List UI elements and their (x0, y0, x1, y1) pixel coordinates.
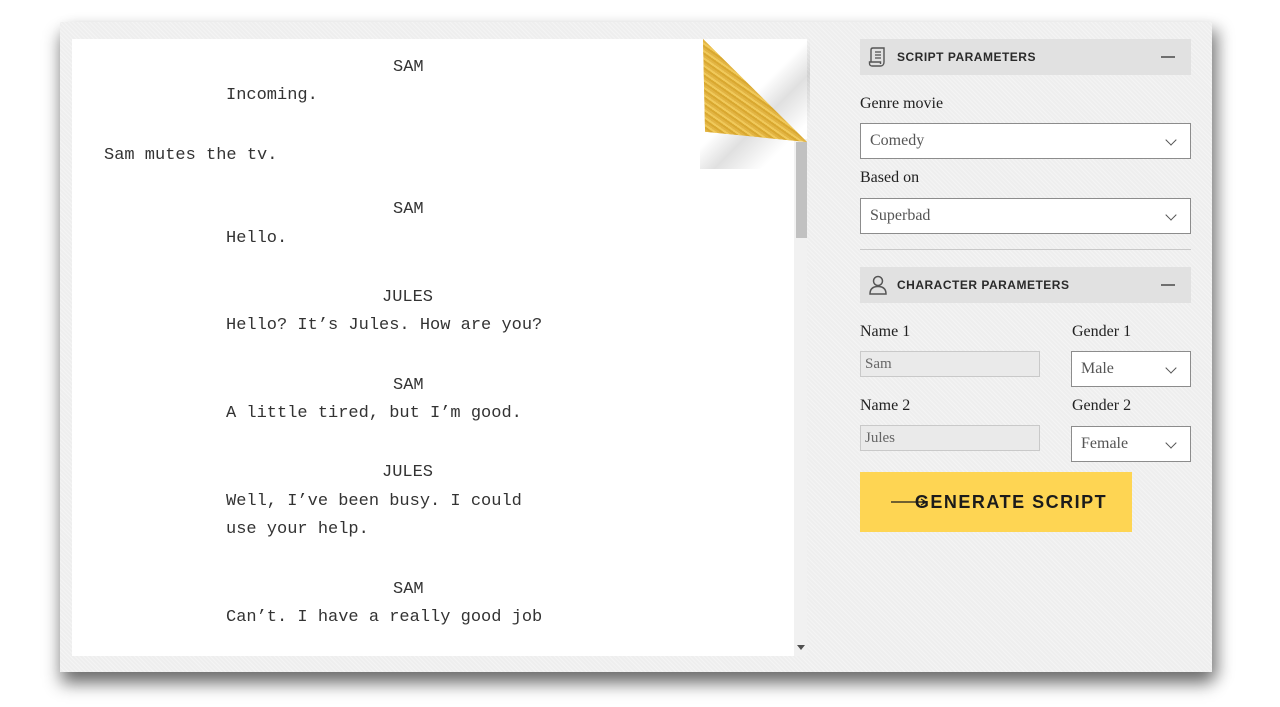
generate-script-button[interactable]: GENERATE SCRIPT (860, 472, 1132, 532)
dialogue-line: Hello. (226, 229, 288, 248)
genre-label: Genre movie (860, 95, 944, 112)
script-text: SAM Incoming. Sam mutes the tv. SAM Hell… (72, 39, 782, 656)
gender1-select[interactable]: Male (1071, 351, 1191, 387)
dialogue-line: Incoming. (226, 86, 318, 105)
genre-value: Comedy (870, 132, 925, 149)
gender2-select[interactable]: Female (1071, 426, 1191, 462)
section-divider (860, 249, 1191, 250)
genre-select[interactable]: Comedy (860, 123, 1191, 159)
character-name: SAM (393, 200, 424, 219)
name1-label: Name 1 (860, 323, 911, 340)
chevron-down-icon (1165, 362, 1177, 374)
action-line: Sam mutes the tv. (104, 146, 278, 165)
script-scrollbar[interactable] (794, 139, 807, 639)
gender2-value: Female (1081, 435, 1129, 452)
gender1-label: Gender 1 (1072, 323, 1132, 340)
chevron-down-icon (1165, 134, 1177, 146)
dialogue-line: A little tired, but I’m good. (226, 404, 522, 423)
scroll-document-icon (867, 46, 889, 68)
chevron-down-icon (1165, 437, 1177, 449)
character-name: JULES (382, 288, 434, 307)
app-frame: SAM Incoming. Sam mutes the tv. SAM Hell… (60, 22, 1212, 672)
based-on-label: Based on (860, 169, 920, 186)
character-name: SAM (393, 580, 424, 599)
arrow-right-icon (891, 498, 927, 506)
name2-label: Name 2 (860, 397, 911, 414)
collapse-minus-icon[interactable] (1161, 56, 1175, 58)
dialogue-line: Can’t. I have a really good job (226, 608, 543, 627)
user-icon (867, 274, 889, 296)
section-title: SCRIPT PARAMETERS (897, 50, 1036, 64)
based-on-select[interactable]: Superbad (860, 198, 1191, 234)
scroll-down-arrow-icon[interactable] (794, 639, 807, 656)
character-name: SAM (393, 376, 424, 395)
script-parameters-header[interactable]: SCRIPT PARAMETERS (860, 39, 1191, 75)
gender2-label: Gender 2 (1072, 397, 1132, 414)
character-parameters-header[interactable]: CHARACTER PARAMETERS (860, 267, 1191, 303)
based-on-value: Superbad (870, 207, 931, 224)
dialogue-line: Well, I’ve been busy. I could (226, 492, 522, 511)
name2-input[interactable]: Jules (860, 425, 1040, 451)
script-page[interactable]: SAM Incoming. Sam mutes the tv. SAM Hell… (72, 39, 807, 656)
gender1-value: Male (1081, 360, 1114, 377)
name1-input[interactable]: Sam (860, 351, 1040, 377)
dialogue-line: use your help. (226, 520, 369, 539)
section-title: CHARACTER PARAMETERS (897, 278, 1070, 292)
generate-script-label: GENERATE SCRIPT (914, 491, 1108, 512)
chevron-down-icon (1165, 209, 1177, 221)
collapse-minus-icon[interactable] (1161, 284, 1175, 286)
character-name: SAM (393, 58, 424, 77)
dialogue-line: Hello? It’s Jules. How are you? (226, 316, 543, 335)
character-name: JULES (382, 463, 434, 482)
